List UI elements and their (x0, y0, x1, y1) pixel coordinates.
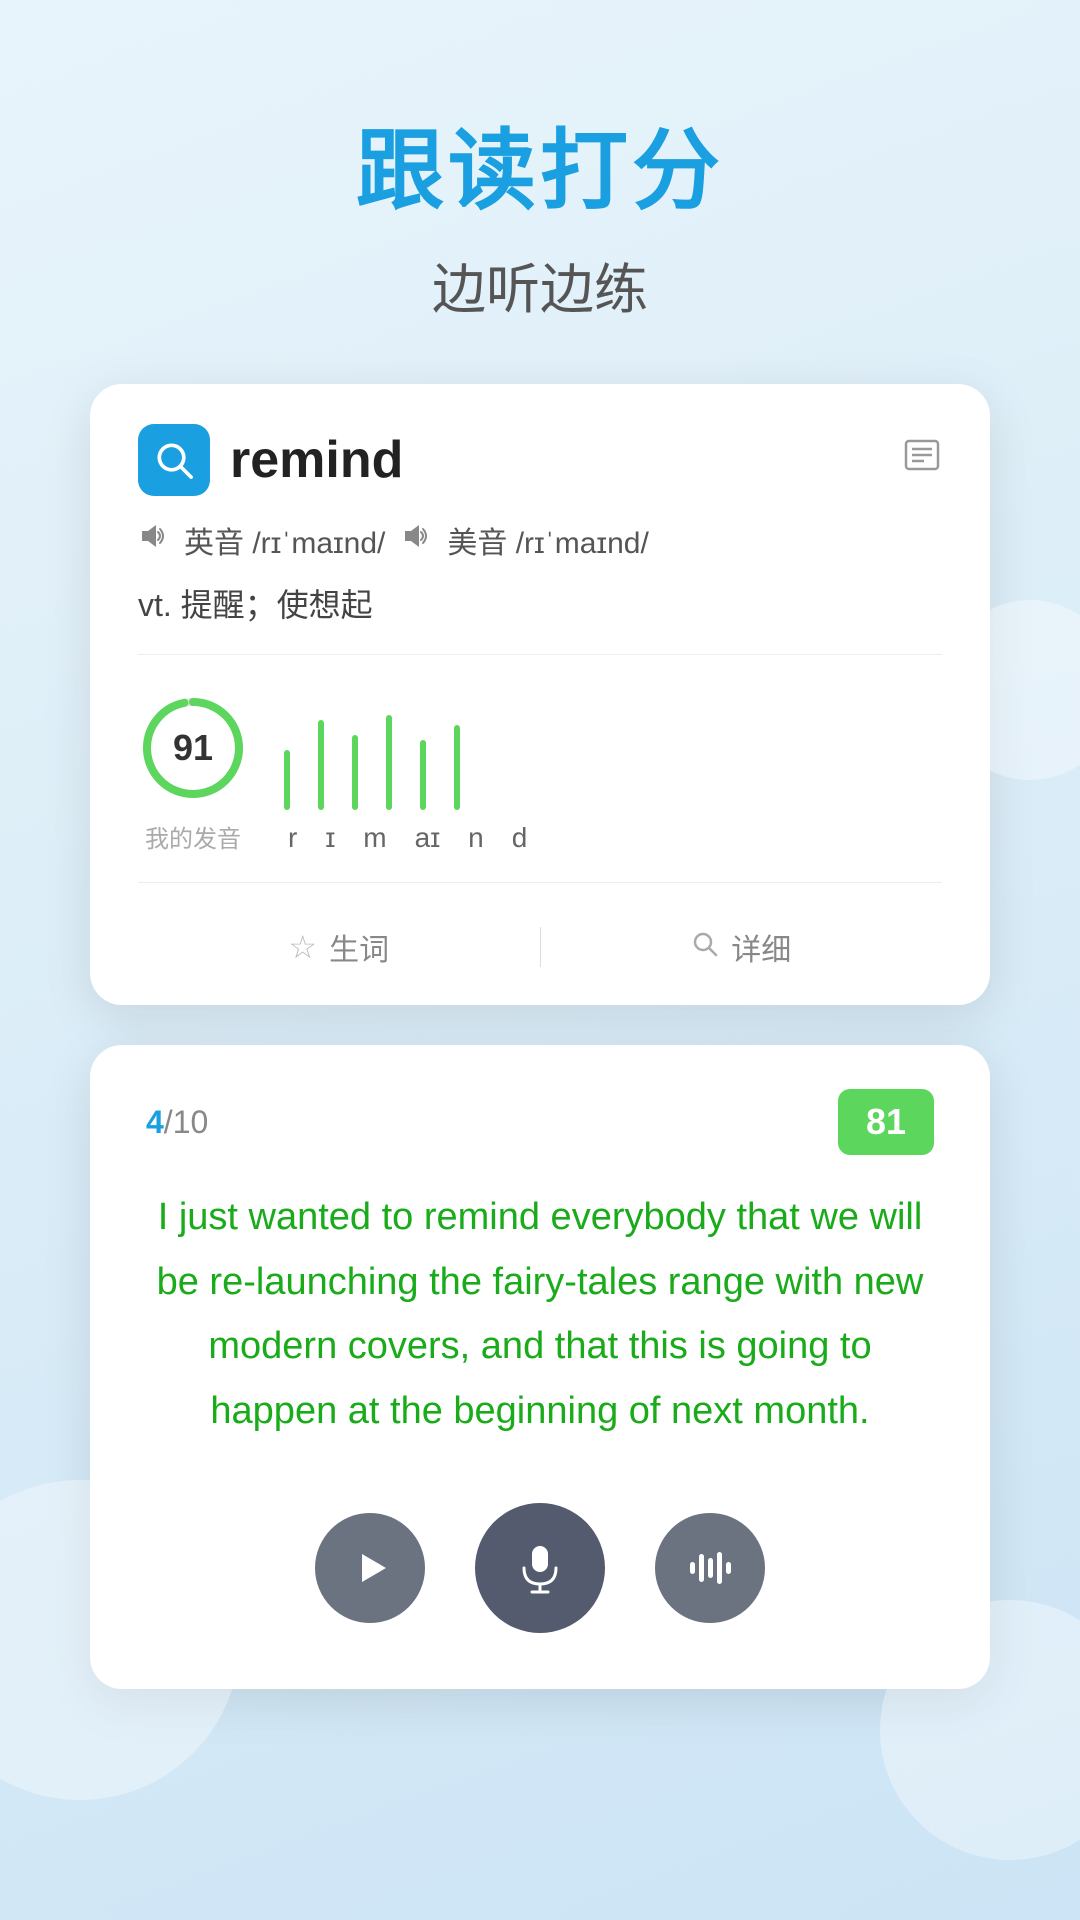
phonetics-row: 英音 /rɪˈmaɪnd/ 美音 /rɪˈmaɪnd/ (138, 518, 942, 562)
progress-text: 4/10 (146, 1104, 208, 1140)
bars-row (284, 730, 460, 810)
detail-label: 详细 (731, 925, 791, 969)
card-icon (902, 435, 942, 485)
divider-bottom (138, 882, 942, 883)
play-button[interactable] (315, 1513, 425, 1623)
app-icon (138, 424, 210, 496)
microphone-button[interactable] (475, 1503, 605, 1633)
score-wave-section: 91 我的发音 r ɪ m aɪ n (138, 673, 942, 864)
phonemes-row: r ɪ m aɪ n d (284, 822, 527, 854)
waveform-area: r ɪ m aɪ n d (284, 730, 942, 854)
page-sub-title: 边听边练 (432, 245, 648, 324)
dict-header-left: remind (138, 424, 403, 496)
bottom-actions: ☆ 生词 详细 (138, 901, 942, 969)
phonetic-label-us: 美音 /rɪˈmaɪnd/ (447, 518, 648, 562)
progress-separator: / (164, 1104, 173, 1140)
word-text: remind (230, 430, 403, 490)
divider-top (138, 654, 942, 655)
word-definition: vt. 提醒；使想起 (138, 580, 942, 626)
phoneme-m: m (363, 822, 386, 854)
controls-row (146, 1503, 934, 1633)
score-number: 91 (173, 727, 213, 769)
my-pronunciation-label: 我的发音 (145, 819, 241, 854)
waveform-button[interactable] (655, 1513, 765, 1623)
detail-button[interactable]: 详细 (541, 925, 943, 969)
practice-score-badge: 81 (838, 1089, 934, 1155)
phoneme-n: n (468, 822, 484, 854)
phoneme-ai: aɪ (415, 822, 441, 854)
progress-indicator: 4/10 (146, 1104, 208, 1141)
bar-3 (352, 735, 358, 810)
star-icon: ☆ (288, 928, 317, 966)
dict-header: remind (138, 424, 942, 496)
bar-5 (420, 740, 426, 810)
score-circle: 91 (138, 693, 248, 803)
bar-2 (318, 720, 324, 810)
phonetic-label-uk: 英音 /rɪˈmaɪnd/ (184, 518, 385, 562)
bar-1 (284, 750, 290, 810)
phoneme-d: d (512, 822, 528, 854)
search-icon (691, 930, 719, 965)
progress-row: 4/10 81 (146, 1089, 934, 1155)
progress-current: 4 (146, 1104, 164, 1140)
dictionary-card: remind 英音 /rɪˈmaɪnd/ (90, 384, 990, 1005)
practice-sentence: I just wanted to remind everybody that w… (146, 1185, 934, 1443)
speaker-uk-icon[interactable] (138, 521, 168, 559)
bar-4 (386, 715, 392, 810)
speaker-us-icon[interactable] (401, 521, 431, 559)
bar-6 (454, 725, 460, 810)
page-main-title: 跟读打分 (356, 100, 724, 227)
vocabulary-label: 生词 (329, 925, 389, 969)
progress-total: 10 (173, 1104, 209, 1140)
phoneme-r: r (288, 822, 297, 854)
phoneme-i: ɪ (325, 822, 335, 854)
vocabulary-button[interactable]: ☆ 生词 (138, 925, 540, 969)
